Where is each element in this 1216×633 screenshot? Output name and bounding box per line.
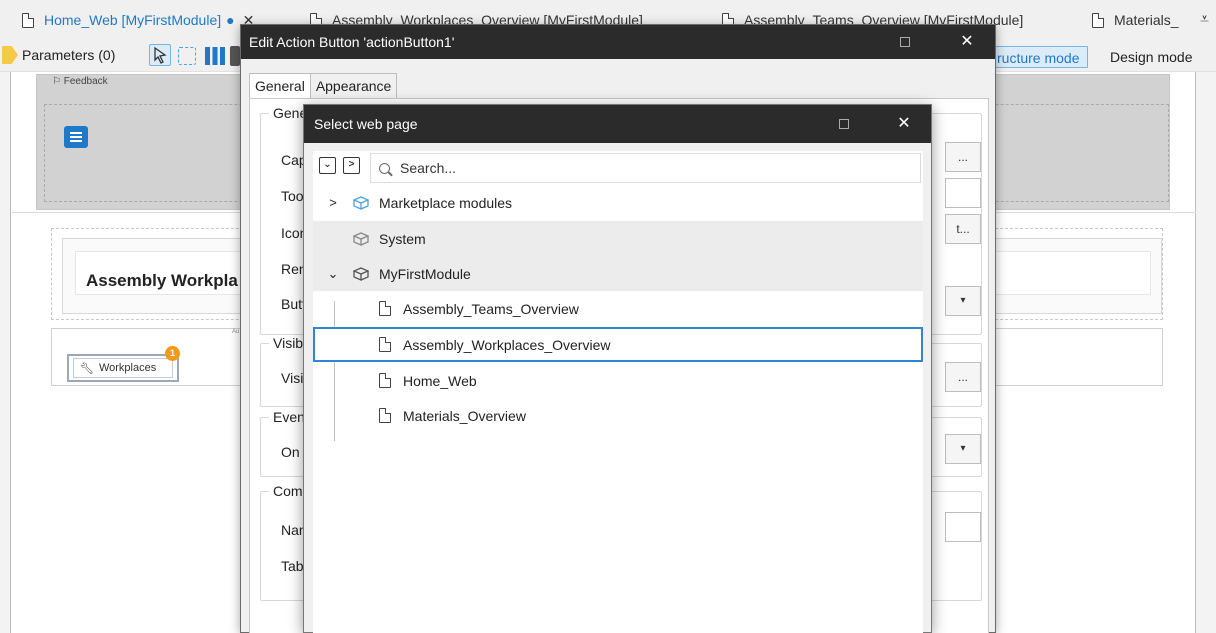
select-cursor-icon[interactable] [149, 44, 171, 66]
button-style-dropdown[interactable]: ▾ [945, 286, 981, 316]
expand-all-icon[interactable]: > [343, 157, 360, 174]
module-icon [353, 231, 369, 246]
unsaved-dot-icon: ● [226, 12, 235, 28]
tree-item-label: Assembly_Workplaces_Overview [403, 336, 611, 353]
page-tree-panel: ⌄ > Search... > Marketplace modules Syst… [313, 151, 923, 633]
tree-item-label: Assembly_Teams_Overview [403, 300, 579, 317]
page-icon [379, 301, 391, 316]
columns-icon[interactable] [204, 46, 226, 66]
tree-item-page-selected[interactable]: Assembly_Workplaces_Overview [313, 327, 923, 362]
tab-general[interactable]: General [249, 73, 311, 101]
tab-home-web[interactable]: Home_Web [MyFirstModule] ● ✕ [22, 6, 254, 34]
name-field[interactable] [945, 512, 981, 542]
select-web-page-dialog: Select web page ✕ ⌄ > Search... > Market… [303, 104, 932, 633]
dialog-tabs: General Appearance [249, 73, 398, 101]
group-label: Visib [269, 335, 308, 351]
on-click-dropdown[interactable]: ▾ [945, 434, 981, 464]
page-icon [22, 12, 34, 28]
workplaces-action-button[interactable]: 🔧︎ Workplaces [67, 354, 179, 382]
feedback-widget[interactable]: ⚐ Feedback [52, 76, 108, 87]
design-mode-button[interactable]: Design mode [1108, 46, 1195, 68]
tree-item-page[interactable]: Assembly_Teams_Overview [313, 291, 923, 326]
parameters-button[interactable]: Parameters (0) [2, 46, 115, 64]
page-icon [379, 337, 391, 352]
tree-item-page[interactable]: Home_Web [313, 363, 923, 398]
menu-toggle-icon[interactable] [64, 126, 88, 148]
tree-item-label: Home_Web [403, 372, 477, 389]
tree-item-page[interactable]: Materials_Overview [313, 398, 923, 433]
maximize-icon [900, 36, 910, 47]
search-placeholder: Search... [400, 160, 457, 176]
more-tools-icon[interactable] [230, 46, 240, 66]
workplaces-button-label: Workplaces [98, 362, 157, 374]
structure-mode-button[interactable]: ructure mode [988, 46, 1089, 68]
container-select-icon[interactable] [178, 47, 196, 65]
tree-item-label: MyFirstModule [379, 265, 471, 282]
tab-overflow-icon[interactable]: ⩡ [1200, 6, 1209, 34]
module-icon [353, 195, 369, 210]
close-button[interactable]: ✕ [884, 105, 924, 143]
tooltip-field[interactable] [945, 178, 981, 208]
caption-edit-button[interactable]: ... [945, 142, 981, 172]
close-button[interactable]: ✕ [947, 25, 987, 59]
parameters-label: Parameters (0) [22, 47, 116, 63]
search-icon [379, 162, 390, 174]
parameter-tag-icon [2, 46, 18, 64]
tab-label: Materials_ [1114, 12, 1179, 28]
tab-label: Home_Web [MyFirstModule] [44, 12, 222, 28]
maximize-button[interactable] [824, 105, 864, 143]
visible-edit-button[interactable]: ... [945, 362, 981, 392]
tree-item-system[interactable]: System [313, 221, 923, 256]
wrench-icon: 🔧︎ [80, 362, 94, 375]
icon-select-button[interactable]: t... [945, 214, 981, 244]
collapse-all-icon[interactable]: ⌄ [319, 157, 336, 174]
module-icon [353, 266, 369, 281]
dialog-title: Edit Action Button 'actionButton1' [241, 25, 995, 59]
feedback-label: Feedback [63, 76, 108, 87]
page-icon [1092, 12, 1104, 28]
search-input[interactable]: Search... [370, 153, 921, 183]
group-label: Com [269, 483, 307, 499]
expand-chevron-icon[interactable]: > [327, 195, 339, 210]
error-count-badge: 1 [165, 346, 180, 361]
tree-item-label: Marketplace modules [379, 194, 513, 211]
maximize-button[interactable] [885, 25, 925, 59]
tab-appearance[interactable]: Appearance [309, 73, 398, 99]
page-title[interactable]: Assembly Workpla [86, 271, 238, 291]
page-icon [379, 373, 391, 388]
tree-item-label: System [379, 230, 426, 247]
tree-item-myfirstmodule[interactable]: ⌄ MyFirstModule [313, 256, 923, 291]
tree-item-marketplace-modules[interactable]: > Marketplace modules [313, 185, 923, 220]
tab-materials[interactable]: Materials_ [1092, 6, 1179, 34]
collapse-chevron-icon[interactable]: ⌄ [327, 266, 339, 282]
page-icon [379, 408, 391, 423]
container-caption: Au [232, 329, 240, 335]
maximize-icon [839, 118, 849, 129]
tree-item-label: Materials_Overview [403, 407, 526, 424]
